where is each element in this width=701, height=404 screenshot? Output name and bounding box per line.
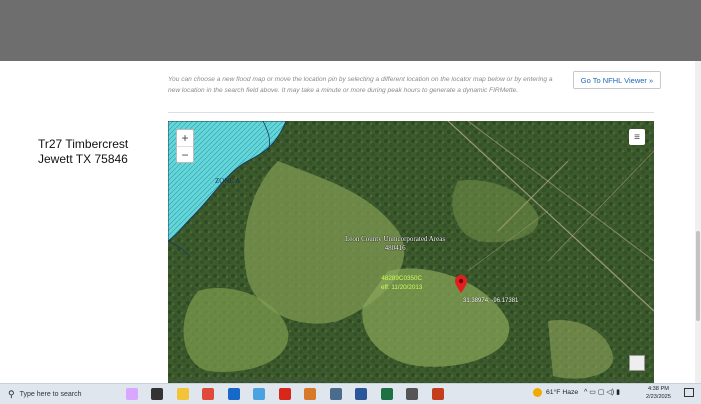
address-line-1: Tr27 Timbercrest (38, 137, 129, 151)
county-label: Leon County Unincorporated Areas 480416 (345, 235, 445, 252)
copilot-icon[interactable] (124, 387, 139, 401)
zoom-in-button[interactable]: + (177, 130, 193, 147)
chevron-up-icon[interactable]: ^ (584, 389, 587, 396)
mail-icon[interactable] (405, 387, 420, 401)
weather-text: 61°F Haze (546, 389, 579, 396)
mail-glyph (406, 388, 418, 400)
outlook-glyph (227, 388, 240, 400)
copilot-glyph (125, 388, 138, 400)
task-view-icon[interactable] (150, 387, 165, 401)
word-icon[interactable] (354, 387, 369, 401)
acrobat-glyph (278, 388, 291, 400)
search-placeholder: Type here to search (19, 390, 82, 398)
system-tray[interactable]: ^ ▭ ▢ ◁) ▮ (584, 388, 620, 396)
location-pin-icon[interactable] (455, 275, 467, 293)
powerpoint-glyph (431, 388, 444, 400)
photos-icon[interactable] (252, 387, 267, 401)
flood-map[interactable] (168, 121, 654, 383)
search-icon: ⚲ (8, 388, 15, 399)
weather-widget[interactable]: 61°F Haze (533, 388, 578, 397)
scrollbar-thumb[interactable] (696, 231, 700, 321)
excel-glyph (380, 388, 393, 400)
county-name: Leon County Unincorporated Areas (345, 235, 446, 243)
taskbar: ⚲ Type here to search 61°F Haze ^ ▭ ▢ ◁)… (0, 383, 701, 404)
map-instructions: You can choose a new flood map or move t… (168, 76, 553, 94)
chrome-icon[interactable] (201, 387, 216, 401)
powerpoint-icon[interactable] (430, 387, 445, 401)
pin-coordinates: 31.38974, -96.17381 (463, 298, 519, 304)
property-address: Tr27 Timbercrest Jewett TX 75846 (38, 137, 128, 167)
word-glyph (355, 388, 367, 400)
basemap-toggle-button[interactable] (629, 355, 645, 371)
display-icon[interactable]: ▢ (598, 389, 605, 396)
browser-header-region (0, 0, 701, 61)
photos-glyph (253, 388, 265, 400)
battery-icon[interactable]: ▮ (616, 389, 620, 396)
clock-date: 2/23/2025 (646, 394, 671, 400)
notification-icon[interactable] (684, 388, 694, 397)
taskbar-search-box[interactable]: ⚲ Type here to search (8, 386, 116, 402)
firm-effective-date: eff. 11/20/2013 (381, 284, 423, 291)
scrollbar-track[interactable] (695, 61, 701, 383)
network-icon[interactable]: ▭ (589, 389, 596, 396)
zoom-out-button[interactable]: − (177, 147, 193, 163)
map-attribution: USDA | USGS The National Map: Orthoimage… (174, 377, 329, 382)
shield-app-icon[interactable] (328, 387, 343, 401)
file-explorer-glyph (176, 388, 189, 400)
firm-panel-number: 48289C0350C (381, 275, 423, 282)
zoom-control: + − (176, 129, 194, 163)
taskbar-clock[interactable]: 4:38 PM 2/23/2025 (646, 385, 671, 401)
excel-icon[interactable] (379, 387, 394, 401)
volume-icon[interactable]: ◁) (606, 389, 614, 396)
file-explorer-icon[interactable] (175, 387, 190, 401)
divider (168, 112, 654, 113)
paint-icon[interactable] (303, 387, 318, 401)
task-view-glyph (151, 388, 163, 400)
address-line-2: Jewett TX 75846 (38, 152, 128, 166)
clock-time: 4:38 PM (648, 386, 669, 392)
acrobat-icon[interactable] (277, 387, 292, 401)
map-menu-icon[interactable]: ≡ (629, 129, 645, 145)
go-to-nfhl-viewer-button[interactable]: Go To NFHL Viewer » (573, 71, 661, 89)
esri-attribution: Powered by Esri (606, 377, 640, 382)
community-number: 480416 (384, 243, 406, 252)
shield-app-glyph (329, 388, 342, 400)
chrome-glyph (202, 388, 214, 400)
paint-glyph (304, 388, 316, 400)
sun-icon (533, 388, 542, 397)
flood-zone-label: ZONE A (215, 177, 241, 185)
firm-panel-label: 48289C0350C eff. 11/20/2013 (381, 274, 422, 292)
outlook-icon[interactable] (226, 387, 241, 401)
